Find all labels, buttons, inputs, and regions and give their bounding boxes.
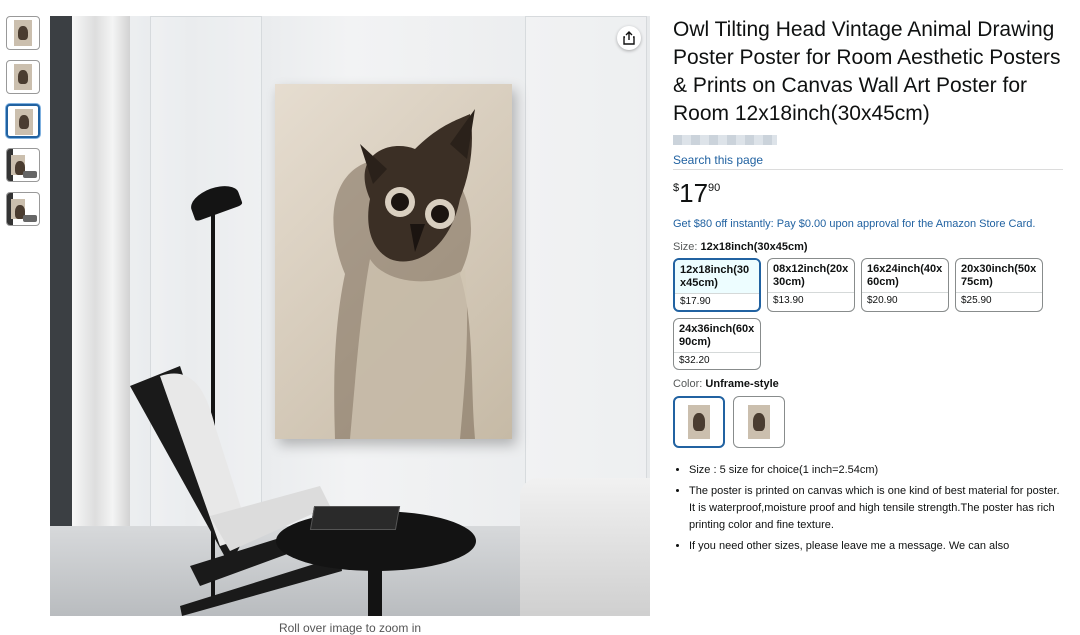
size-option[interactable]: 24x36inch(60x90cm) $32.20	[673, 318, 761, 370]
product-title: Owl Tilting Head Vintage Animal Drawing …	[673, 18, 1061, 125]
owl-thumbnail-image	[11, 155, 25, 175]
size-option-price: $17.90	[675, 293, 759, 310]
size-option-name: 16x24inch(40x60cm)	[867, 263, 943, 288]
color-option-framed[interactable]	[733, 396, 785, 448]
size-option-price: $13.90	[768, 292, 854, 309]
size-option-price: $32.20	[674, 352, 760, 369]
size-options: 12x18inch(30x45cm) $17.90 08x12inch(20x3…	[673, 258, 1063, 370]
color-options	[673, 396, 1063, 448]
feature-bullets: Size : 5 size for choice(1 inch=2.54cm) …	[673, 462, 1063, 555]
size-option[interactable]: 12x18inch(30x45cm) $17.90	[673, 258, 761, 312]
size-option[interactable]: 08x12inch(20x30cm) $13.90	[767, 258, 855, 312]
size-selected-value: 12x18inch(30x45cm)	[700, 241, 808, 253]
feature-bullet: Size : 5 size for choice(1 inch=2.54cm)	[689, 462, 1063, 479]
lounge-chair	[130, 366, 350, 616]
color-swatch-image	[748, 405, 770, 439]
color-label-text: Color:	[673, 378, 703, 390]
price: $1790	[673, 178, 1063, 208]
feature-bullet: If you need other sizes, please leave me…	[689, 538, 1063, 555]
thumbnail-list	[6, 16, 46, 236]
color-selected-value: Unframe-style	[705, 378, 779, 390]
color-option-unframe[interactable]	[673, 396, 725, 448]
books	[309, 506, 401, 530]
owl-thumbnail-image	[14, 20, 32, 46]
side-table-leg	[368, 556, 382, 616]
thumbnail-2[interactable]	[6, 60, 40, 94]
size-label: Size: 12x18inch(30x45cm)	[673, 241, 1063, 253]
size-option-name: 20x30inch(50x75cm)	[961, 263, 1037, 288]
color-label: Color: Unframe-style	[673, 378, 1063, 390]
color-swatch-image	[688, 405, 710, 439]
product-details: Owl Tilting Head Vintage Animal Drawing …	[673, 16, 1063, 559]
thumbnail-3-selected[interactable]	[6, 104, 40, 138]
thumbnail-4[interactable]	[6, 148, 40, 182]
zoom-hint: Roll over image to zoom in	[278, 621, 422, 635]
price-fraction: 90	[708, 182, 721, 194]
owl-thumbnail-image	[15, 109, 33, 135]
main-product-image[interactable]	[50, 16, 650, 616]
owl-thumbnail-image	[14, 64, 32, 90]
feature-bullet: The poster is printed on canvas which is…	[689, 483, 1063, 534]
size-option[interactable]: 16x24inch(40x60cm) $20.90	[861, 258, 949, 312]
sofa	[520, 478, 650, 616]
thumbnail-5[interactable]	[6, 192, 40, 226]
size-label-text: Size:	[673, 241, 698, 253]
brand-store-link-obscured[interactable]	[673, 135, 777, 145]
store-card-promo-link[interactable]: Get $80 off instantly: Pay $0.00 upon ap…	[673, 216, 1063, 233]
wall-panel	[525, 16, 647, 488]
share-icon-glyph	[623, 31, 635, 45]
owl-thumbnail-image	[11, 199, 25, 219]
size-option-name: 08x12inch(20x30cm)	[773, 263, 849, 288]
thumbnail-1[interactable]	[6, 16, 40, 50]
price-whole: 17	[679, 178, 709, 208]
share-icon[interactable]	[617, 26, 641, 50]
price-symbol: $	[673, 182, 680, 194]
size-option-name: 12x18inch(30x45cm)	[675, 260, 759, 293]
size-option[interactable]: 20x30inch(50x75cm) $25.90	[955, 258, 1043, 312]
size-option-price: $20.90	[862, 292, 948, 309]
search-this-page-link[interactable]: Search this page	[673, 153, 1063, 170]
size-option-name: 24x36inch(60x90cm)	[679, 323, 755, 348]
size-option-price: $25.90	[956, 292, 1042, 309]
